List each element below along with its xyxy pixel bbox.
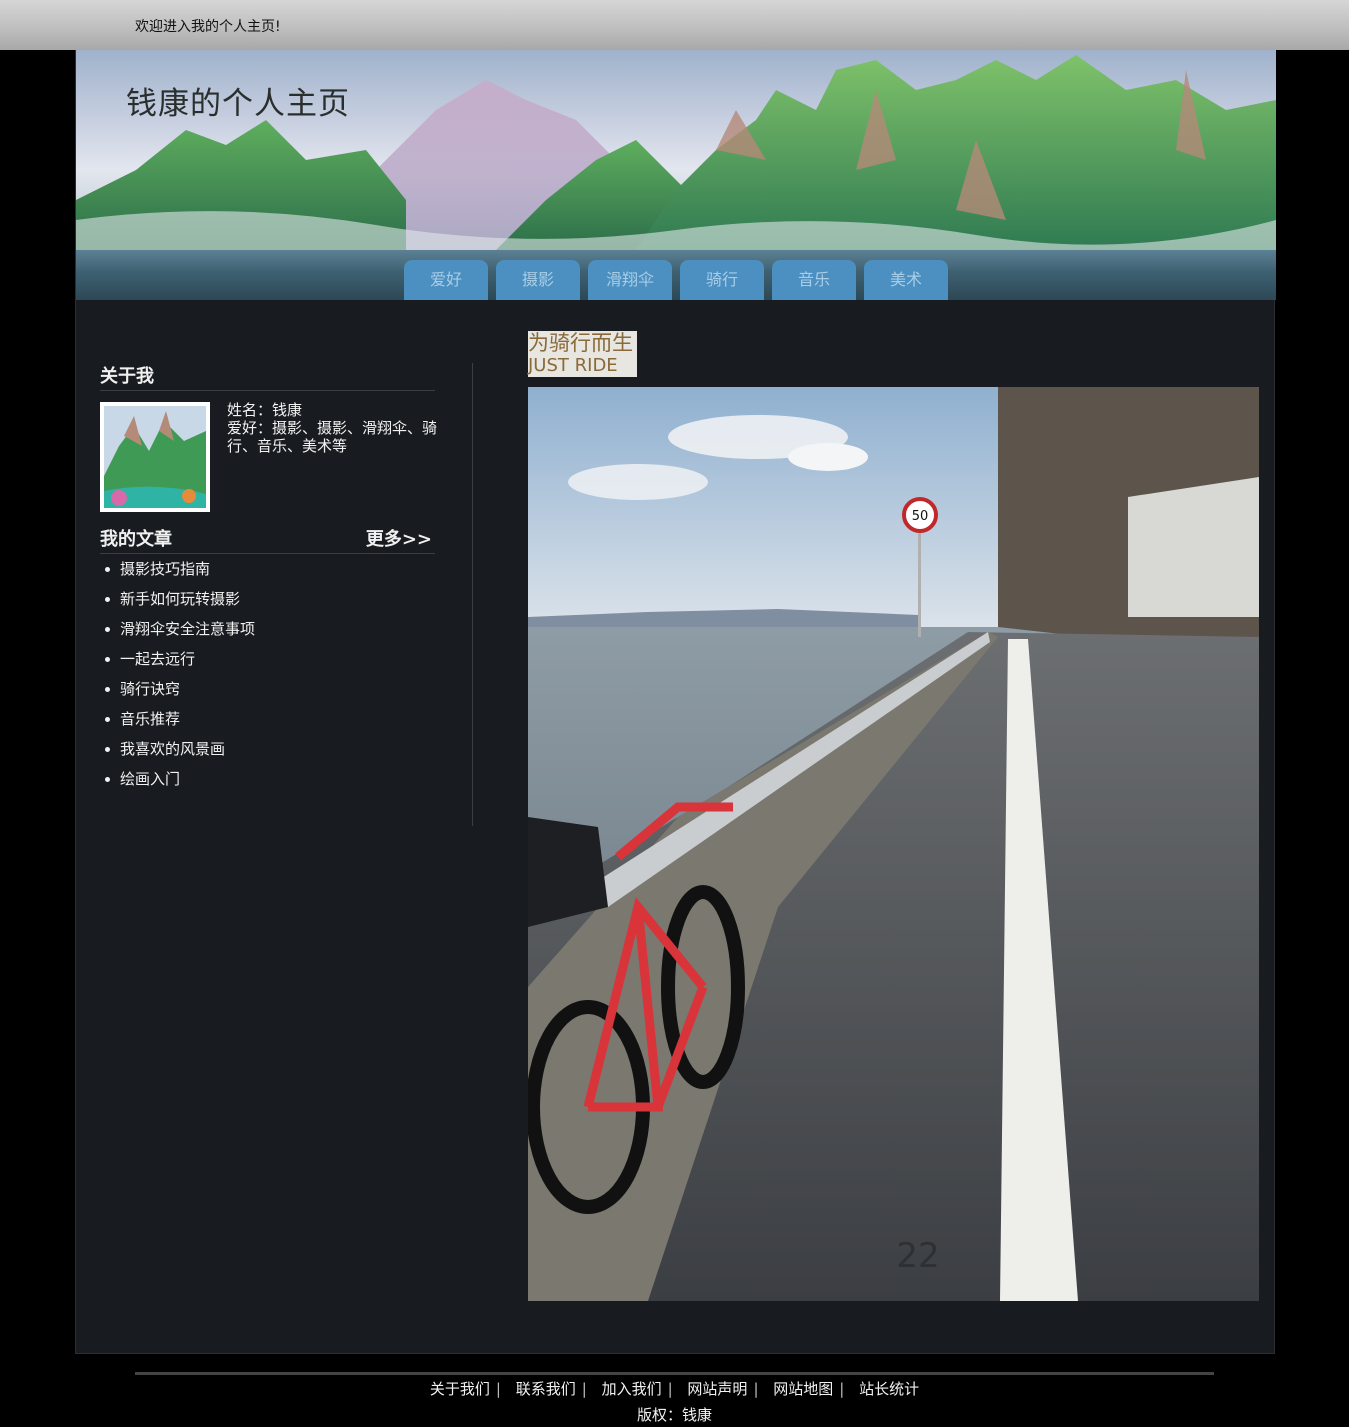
caption-subtitle: JUST RIDE xyxy=(528,355,618,376)
articles-header: 我的文章 更多>> xyxy=(100,523,435,554)
copyright-text: 版权：钱康 xyxy=(636,1406,712,1424)
footer-divider xyxy=(135,1372,1214,1375)
photo-caption: 为骑行而生 JUST RIDE xyxy=(528,331,637,377)
footer-link-contact[interactable]: 联系我们 xyxy=(516,1380,576,1398)
about-title: 关于我 xyxy=(100,366,154,387)
site-title: 钱康的个人主页 xyxy=(126,86,350,122)
nav-tab-music[interactable]: 音乐 xyxy=(772,260,856,300)
article-item[interactable]: 骑行诀窍 xyxy=(105,674,435,704)
footer-link-join[interactable]: 加入我们 xyxy=(602,1380,662,1398)
article-item[interactable]: 绘画入门 xyxy=(105,764,435,794)
top-bar: 欢迎进入我的个人主页! xyxy=(0,0,1349,50)
nav-tab-paragliding[interactable]: 滑翔伞 xyxy=(588,260,672,300)
more-articles-link[interactable]: 更多>> xyxy=(366,525,432,551)
nav-tabs: 爱好 摄影 滑翔伞 骑行 音乐 美术 xyxy=(404,260,948,300)
article-item[interactable]: 一起去远行 xyxy=(105,644,435,674)
nav-tab-art[interactable]: 美术 xyxy=(864,260,948,300)
page-container: 钱康的个人主页 爱好 摄影 滑翔伞 骑行 音乐 美术 关于我 姓名：钱康 爱好：… xyxy=(75,50,1276,1354)
about-name: 姓名：钱康 xyxy=(227,401,303,419)
about-body: 姓名：钱康 爱好：摄影、摄影、滑翔伞、骑行、音乐、美术等 xyxy=(100,391,437,523)
article-item[interactable]: 滑翔伞安全注意事项 xyxy=(105,614,435,644)
nav-tab-photography[interactable]: 摄影 xyxy=(496,260,580,300)
footer-link-statement[interactable]: 网站声明 xyxy=(687,1380,747,1398)
footer-link-about[interactable]: 关于我们 xyxy=(430,1380,490,1398)
nav-tab-cycling[interactable]: 骑行 xyxy=(680,260,764,300)
speed-sign-text: 50 xyxy=(912,509,929,524)
article-item[interactable]: 新手如何玩转摄影 xyxy=(105,584,435,614)
header-banner: 钱康的个人主页 xyxy=(76,50,1276,250)
articles-title: 我的文章 xyxy=(100,529,172,550)
avatar xyxy=(100,402,210,512)
road-bike-image: 50 22 xyxy=(528,387,1259,1301)
article-item[interactable]: 摄影技巧指南 xyxy=(105,554,435,584)
footer-links: 关于我们 | 联系我们 | 加入我们 | 网站声明 | 网站地图 | 站长统计 xyxy=(429,1380,920,1398)
column-divider xyxy=(472,363,473,826)
navbar: 爱好 摄影 滑翔伞 骑行 音乐 美术 xyxy=(76,250,1276,300)
sidebar: 关于我 姓名：钱康 爱好：摄影、摄影、滑翔伞、骑行、音乐、美术等 我的文章 更多 xyxy=(100,360,437,794)
avatar-landscape-image xyxy=(104,406,206,508)
road-marking-text: 22 xyxy=(896,1236,939,1276)
welcome-text: 欢迎进入我的个人主页! xyxy=(135,19,281,35)
nav-tab-hobby[interactable]: 爱好 xyxy=(404,260,488,300)
footer-link-sitemap[interactable]: 网站地图 xyxy=(773,1380,833,1398)
about-header: 关于我 xyxy=(100,360,435,391)
article-list: 摄影技巧指南 新手如何玩转摄影 滑翔伞安全注意事项 一起去远行 骑行诀窍 音乐推… xyxy=(100,554,435,794)
about-text: 姓名：钱康 爱好：摄影、摄影、滑翔伞、骑行、音乐、美术等 xyxy=(227,401,447,455)
footer-link-stats[interactable]: 站长统计 xyxy=(859,1380,919,1398)
article-item[interactable]: 音乐推荐 xyxy=(105,704,435,734)
caption-title: 为骑行而生 xyxy=(528,331,633,355)
about-hobbies: 爱好：摄影、摄影、滑翔伞、骑行、音乐、美术等 xyxy=(227,419,438,455)
cycling-photo: 50 22 xyxy=(528,387,1259,1301)
article-item[interactable]: 我喜欢的风景画 xyxy=(105,734,435,764)
